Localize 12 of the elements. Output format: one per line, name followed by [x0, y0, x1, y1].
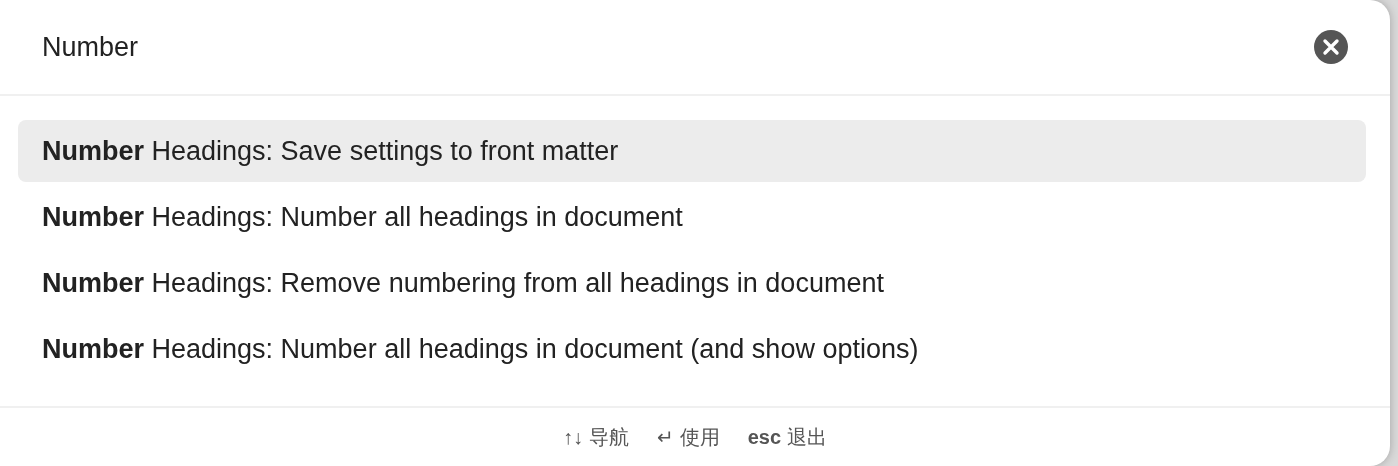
close-icon[interactable]: [1314, 30, 1348, 64]
shortcut-label: 退出: [787, 424, 828, 450]
command-item[interactable]: Number Headings: Number all headings in document (and show options): [18, 318, 1366, 380]
shortcut-key: esc: [747, 425, 782, 449]
shortcut-key: ↑↓: [562, 425, 583, 449]
command-item[interactable]: Number Headings: Number all headings in document: [18, 186, 1366, 248]
search-field[interactable]: Number: [42, 31, 1314, 63]
command-item[interactable]: Number Headings: Save settings to front matter: [18, 120, 1366, 182]
shortcut-label: 使用: [679, 424, 720, 450]
shortcut-key: ↵: [656, 425, 674, 449]
shortcut-label: 导航: [588, 424, 629, 450]
command-item[interactable]: Number Headings: Remove numbering from all headings in document: [18, 252, 1366, 314]
